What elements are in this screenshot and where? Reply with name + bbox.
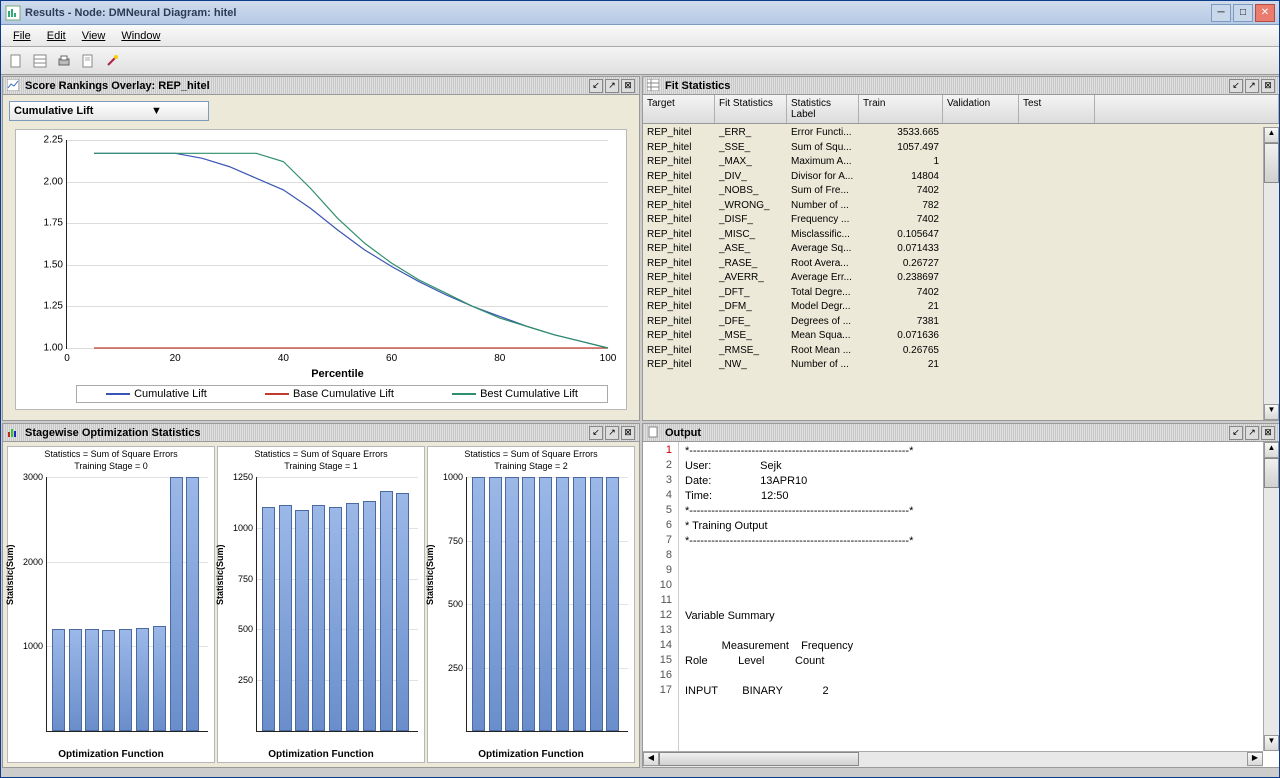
panel-close-icon[interactable]: ⊠ xyxy=(621,426,635,440)
menu-window[interactable]: Window xyxy=(113,28,168,44)
scroll-thumb[interactable] xyxy=(1264,143,1279,183)
scroll-thumb[interactable] xyxy=(659,752,859,766)
table-row[interactable]: REP_hitel_RMSE_Root Mean ...0.26765 xyxy=(643,345,1263,360)
panel-min-icon[interactable]: ↙ xyxy=(1229,426,1243,440)
column-header[interactable]: Validation xyxy=(943,95,1019,123)
scroll-left-icon[interactable]: ◀ xyxy=(643,752,659,766)
window-titlebar: Results - Node: DMNeural Diagram: hitel … xyxy=(1,1,1279,25)
chevron-down-icon: ▼ xyxy=(109,105,204,117)
close-button[interactable]: ✕ xyxy=(1255,4,1275,22)
fit-table-header: TargetFit StatisticsStatistics LabelTrai… xyxy=(643,95,1279,124)
column-header[interactable]: Fit Statistics xyxy=(715,95,787,123)
table-row[interactable]: REP_hitel_DFT_Total Degre...7402 xyxy=(643,287,1263,302)
doc-icon xyxy=(647,426,661,440)
output-text[interactable]: *---------------------------------------… xyxy=(679,442,1279,767)
stage-chart: Statistics = Sum of Square ErrorsTrainin… xyxy=(427,446,635,763)
scroll-up-icon[interactable]: ▲ xyxy=(1264,127,1279,143)
panel-min-icon[interactable]: ↙ xyxy=(1229,79,1243,93)
panel-close-icon[interactable]: ⊠ xyxy=(621,79,635,93)
minimize-button[interactable]: ─ xyxy=(1211,4,1231,22)
toolbar-table-icon[interactable] xyxy=(29,50,51,72)
toolbar-wand-icon[interactable] xyxy=(101,50,123,72)
panel-score-rankings: Score Rankings Overlay: REP_hitel ↙ ↗ ⊠ … xyxy=(2,76,640,421)
panel-stagewise: Stagewise Optimization Statistics ↙ ↗ ⊠ … xyxy=(2,423,640,768)
output-gutter: 1234567891011121314151617 xyxy=(643,442,679,767)
panel-max-icon[interactable]: ↗ xyxy=(1245,79,1259,93)
maximize-button[interactable]: □ xyxy=(1233,4,1253,22)
chart-legend: Cumulative LiftBase Cumulative LiftBest … xyxy=(76,385,608,403)
table-row[interactable]: REP_hitel_DIV_Divisor for A...14804 xyxy=(643,171,1263,186)
fit-table-body: REP_hitel_ERR_Error Functi...3533.665REP… xyxy=(643,127,1263,420)
panel-close-icon[interactable]: ⊠ xyxy=(1261,426,1275,440)
toolbar-new-icon[interactable] xyxy=(5,50,27,72)
table-row[interactable]: REP_hitel_MAX_Maximum A...1 xyxy=(643,156,1263,171)
stage-chart: Statistics = Sum of Square ErrorsTrainin… xyxy=(7,446,215,763)
app-icon xyxy=(5,5,21,21)
panel-title: Stagewise Optimization Statistics xyxy=(25,427,587,439)
scroll-right-icon[interactable]: ▶ xyxy=(1247,752,1263,766)
table-row[interactable]: REP_hitel_NW_Number of ...21 xyxy=(643,359,1263,374)
column-header[interactable]: Statistics Label xyxy=(787,95,859,123)
menu-file[interactable]: File xyxy=(5,28,39,44)
scroll-up-icon[interactable]: ▲ xyxy=(1264,442,1279,458)
toolbar-print-icon[interactable] xyxy=(53,50,75,72)
panel-close-icon[interactable]: ⊠ xyxy=(1261,79,1275,93)
table-icon xyxy=(647,79,661,93)
table-row[interactable]: REP_hitel_DFM_Model Degr...21 xyxy=(643,301,1263,316)
panel-title: Fit Statistics xyxy=(665,80,1227,92)
scroll-down-icon[interactable]: ▼ xyxy=(1264,735,1279,751)
column-header[interactable]: Test xyxy=(1019,95,1095,123)
table-row[interactable]: REP_hitel_MSE_Mean Squa...0.071636 xyxy=(643,330,1263,345)
table-row[interactable]: REP_hitel_DISF_Frequency ...7402 xyxy=(643,214,1263,229)
panel-max-icon[interactable]: ↗ xyxy=(605,79,619,93)
table-row[interactable]: REP_hitel_NOBS_Sum of Fre...7402 xyxy=(643,185,1263,200)
table-row[interactable]: REP_hitel_MISC_Misclassific...0.105647 xyxy=(643,229,1263,244)
toolbar xyxy=(1,47,1279,75)
menu-bar: File Edit View Window xyxy=(1,25,1279,47)
panel-output: Output ↙ ↗ ⊠ 1234567891011121314151617 *… xyxy=(642,423,1279,768)
window-title: Results - Node: DMNeural Diagram: hitel xyxy=(25,7,1209,19)
panel-min-icon[interactable]: ↙ xyxy=(589,79,603,93)
scrollbar-vertical[interactable]: ▲ ▼ xyxy=(1263,442,1279,751)
table-row[interactable]: REP_hitel_SSE_Sum of Squ...1057.497 xyxy=(643,142,1263,157)
table-row[interactable]: REP_hitel_RASE_Root Avera...0.26727 xyxy=(643,258,1263,273)
combo-value: Cumulative Lift xyxy=(14,105,109,117)
score-chart: 1.001.251.501.752.002.25020406080100Perc… xyxy=(15,129,627,410)
bar-chart-icon xyxy=(7,426,21,440)
table-row[interactable]: REP_hitel_ASE_Average Sq...0.071433 xyxy=(643,243,1263,258)
panel-max-icon[interactable]: ↗ xyxy=(605,426,619,440)
stage-chart: Statistics = Sum of Square ErrorsTrainin… xyxy=(217,446,425,763)
scroll-down-icon[interactable]: ▼ xyxy=(1264,404,1279,420)
panel-fit-statistics: Fit Statistics ↙ ↗ ⊠ TargetFit Statistic… xyxy=(642,76,1279,421)
panel-max-icon[interactable]: ↗ xyxy=(1245,426,1259,440)
scrollbar-vertical[interactable]: ▲ ▼ xyxy=(1263,127,1279,420)
column-header[interactable]: Target xyxy=(643,95,715,123)
menu-view[interactable]: View xyxy=(74,28,114,44)
toolbar-doc-icon[interactable] xyxy=(77,50,99,72)
menu-edit[interactable]: Edit xyxy=(39,28,74,44)
panel-title: Output xyxy=(665,427,1227,439)
scroll-thumb[interactable] xyxy=(1264,458,1279,488)
scrollbar-horizontal[interactable]: ◀ ▶ xyxy=(643,751,1263,767)
panel-min-icon[interactable]: ↙ xyxy=(589,426,603,440)
table-row[interactable]: REP_hitel_AVERR_Average Err...0.238697 xyxy=(643,272,1263,287)
panel-title: Score Rankings Overlay: REP_hitel xyxy=(25,80,587,92)
table-row[interactable]: REP_hitel_DFE_Degrees of ...7381 xyxy=(643,316,1263,331)
table-row[interactable]: REP_hitel_ERR_Error Functi...3533.665 xyxy=(643,127,1263,142)
chart-icon xyxy=(7,79,21,93)
table-row[interactable]: REP_hitel_WRONG_Number of ...782 xyxy=(643,200,1263,215)
chart-selector-combo[interactable]: Cumulative Lift ▼ xyxy=(9,101,209,121)
column-header[interactable]: Train xyxy=(859,95,943,123)
